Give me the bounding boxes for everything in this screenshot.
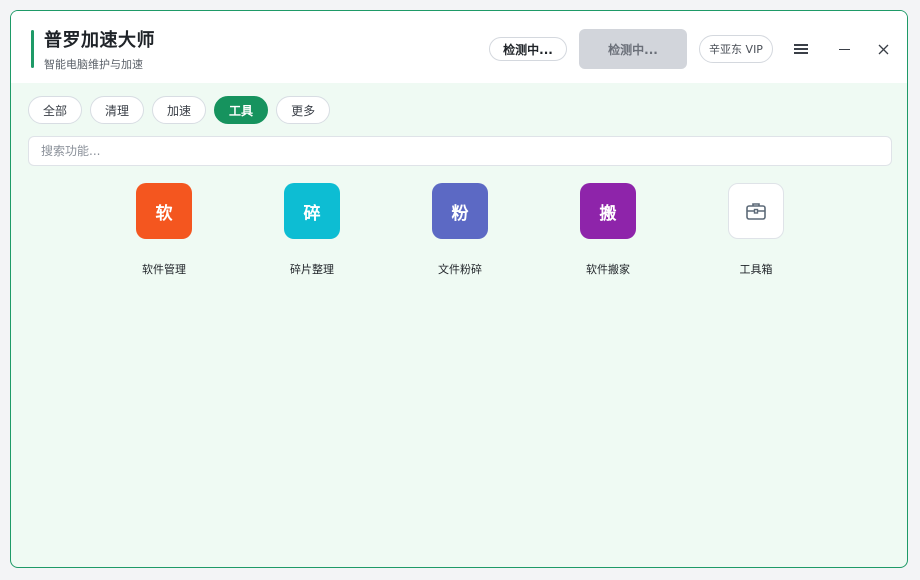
tool-software-mover[interactable]: 搬 软件搬家	[558, 183, 658, 277]
tool-defrag[interactable]: 碎 碎片整理	[262, 183, 362, 277]
close-icon[interactable]	[873, 39, 893, 59]
software-mover-icon: 搬	[580, 183, 636, 239]
software-manager-icon: 软	[136, 183, 192, 239]
tab-speedup[interactable]: 加速	[152, 96, 207, 124]
tool-software-manager[interactable]: 软 软件管理	[114, 183, 214, 277]
detect-status-button[interactable]: 检测中...	[489, 37, 567, 61]
tool-toolbox[interactable]: 工具箱	[706, 183, 806, 277]
vip-user-button[interactable]: 辛亚东 VIP	[699, 35, 773, 63]
search-input[interactable]	[28, 136, 892, 166]
minimize-icon[interactable]	[834, 39, 854, 59]
tool-label: 碎片整理	[290, 263, 334, 276]
menu-icon[interactable]	[791, 39, 811, 59]
tab-more[interactable]: 更多	[276, 96, 331, 124]
toolbox-icon	[728, 183, 784, 239]
tool-file-shredder[interactable]: 粉 文件粉碎	[410, 183, 510, 277]
tab-all[interactable]: 全部	[28, 96, 83, 124]
tool-label: 软件搬家	[586, 263, 630, 276]
app-title: 普罗加速大师	[44, 30, 155, 51]
detect-progress-button[interactable]: 检测中...	[579, 29, 687, 69]
app-subtitle: 智能电脑维护与加速	[44, 58, 143, 71]
title-bar: 普罗加速大师 智能电脑维护与加速 检测中... 检测中... 辛亚东 VIP	[11, 11, 907, 83]
file-shredder-icon: 粉	[432, 183, 488, 239]
title-accent-bar	[31, 30, 34, 68]
tab-clean[interactable]: 清理	[90, 96, 145, 124]
tab-tools[interactable]: 工具	[214, 96, 269, 124]
defrag-icon: 碎	[284, 183, 340, 239]
category-tabs: 全部 清理 加速 工具 更多	[28, 96, 331, 124]
tool-label: 工具箱	[739, 263, 773, 276]
app-window: 普罗加速大师 智能电脑维护与加速 检测中... 检测中... 辛亚东 VIP 全…	[10, 10, 908, 568]
tool-label: 文件粉碎	[438, 263, 482, 276]
tool-label: 软件管理	[142, 263, 186, 276]
